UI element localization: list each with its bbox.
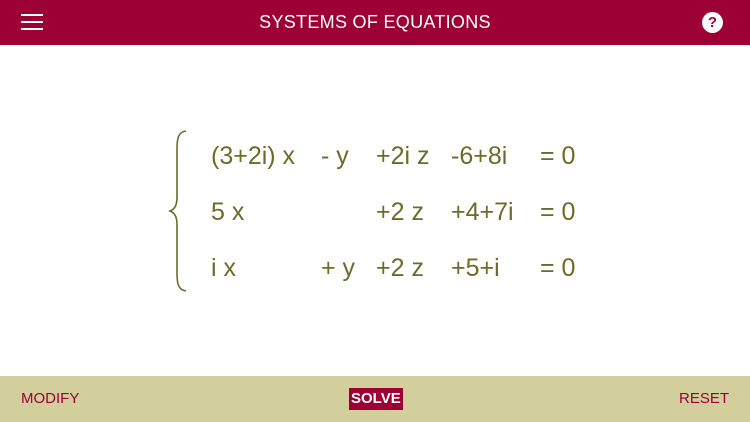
app-header: SYSTEMS OF EQUATIONS ? — [0, 0, 750, 45]
row-3-constant: +5+i — [451, 254, 500, 282]
row-1-z-term: +2i z — [376, 142, 430, 170]
row-3-z-term: +2 z — [376, 254, 424, 282]
question-icon[interactable]: ? — [702, 12, 723, 33]
row-3-y-term: + y — [321, 254, 356, 282]
row-2-z-term: +2 z — [376, 198, 424, 226]
reset-button[interactable]: RESET — [679, 376, 729, 422]
row-1-constant: -6+8i — [451, 142, 508, 170]
equation-system: (3+2i) x - y +2i z -6+8i = 0 5 x +2 z +4… — [0, 45, 750, 376]
row-3-equals: = 0 — [540, 254, 576, 282]
row-2-constant: +4+7i — [451, 198, 514, 226]
row-1-y-term: - y — [321, 142, 349, 170]
row-2-equals: = 0 — [540, 198, 576, 226]
row-2-x-term: 5 x — [211, 198, 245, 226]
solve-button[interactable]: SOLVE — [349, 388, 403, 410]
left-brace-icon — [168, 130, 187, 292]
page-title: SYSTEMS OF EQUATIONS — [259, 12, 491, 32]
row-3-x-term: i x — [211, 254, 236, 282]
row-1-x-term: (3+2i) x — [211, 142, 296, 170]
row-1-equals: = 0 — [540, 142, 576, 170]
bottom-toolbar: MODIFY SOLVE RESET — [0, 376, 750, 422]
modify-button[interactable]: MODIFY — [21, 376, 79, 422]
